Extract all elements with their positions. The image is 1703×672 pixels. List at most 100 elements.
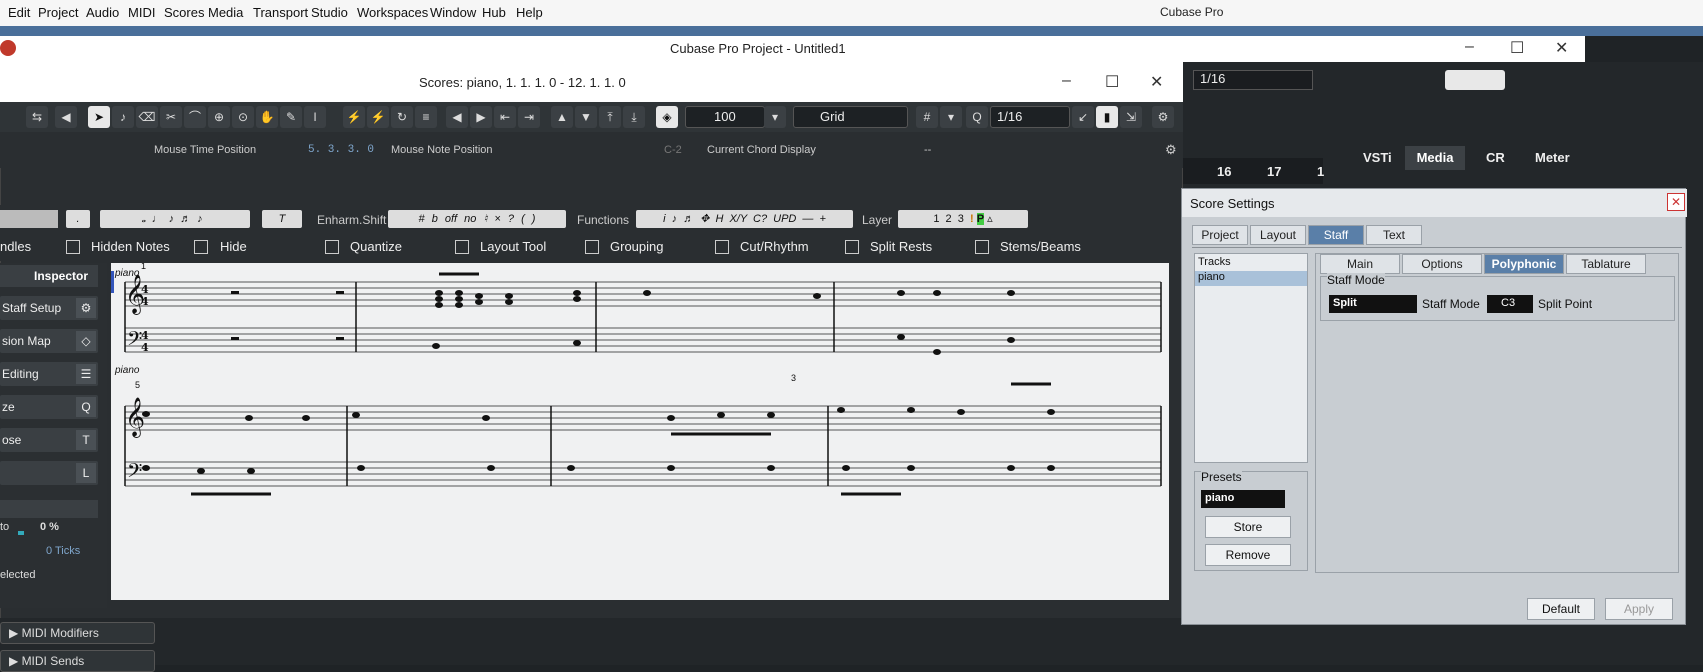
grouping-checkbox[interactable]: [585, 240, 599, 254]
subtab-tablature[interactable]: Tablature: [1566, 254, 1646, 274]
next-icon[interactable]: ▶: [470, 106, 492, 128]
note-tool-icon[interactable]: ♪: [112, 106, 134, 128]
score-minimize-icon[interactable]: –: [1062, 72, 1071, 90]
midi-modifiers-section[interactable]: ▶ MIDI Modifiers: [0, 622, 155, 644]
inspector-tab[interactable]: Inspector: [0, 265, 98, 287]
dot-button[interactable]: .: [66, 210, 90, 228]
bottom-icon[interactable]: ⤓: [623, 106, 645, 128]
right-quantize-field[interactable]: 1/16: [1193, 70, 1313, 90]
subtab-polyphonic[interactable]: Polyphonic: [1484, 254, 1564, 274]
menu-window[interactable]: Window: [430, 5, 476, 20]
maximize-icon[interactable]: ☐: [1510, 38, 1524, 58]
menu-midi[interactable]: MIDI: [128, 5, 155, 20]
subtab-options[interactable]: Options: [1402, 254, 1482, 274]
score-close-icon[interactable]: ✕: [1150, 72, 1163, 92]
velocity-dropdown-icon[interactable]: ▾: [764, 106, 786, 128]
quantize-field[interactable]: 1/16: [990, 106, 1070, 128]
export-icon[interactable]: ⇲: [1120, 106, 1142, 128]
layer-palette[interactable]: 1 2 3 ! P ▵: [898, 210, 1028, 228]
menu-hub[interactable]: Hub: [482, 5, 506, 20]
cut-rhythm-checkbox[interactable]: [715, 240, 729, 254]
dialog-close-icon[interactable]: ✕: [1667, 193, 1685, 211]
layout-left-icon[interactable]: ▮: [1096, 106, 1118, 128]
menu-edit[interactable]: Edit: [8, 5, 30, 20]
tab-media[interactable]: Media: [1405, 146, 1465, 170]
zoom-tool-icon[interactable]: ⊕: [208, 106, 230, 128]
glue-tool-icon[interactable]: ⌒: [184, 106, 206, 128]
staff-setup-button[interactable]: Staff Setup ⚙: [0, 296, 98, 320]
hand-tool-icon[interactable]: ✋: [256, 106, 278, 128]
tab-cr[interactable]: CR: [1486, 150, 1505, 165]
default-button[interactable]: Default: [1527, 598, 1595, 620]
lines-icon[interactable]: ≡: [415, 106, 437, 128]
tab-meter[interactable]: Meter: [1535, 150, 1570, 165]
toolbar-settings-icon[interactable]: ⚙: [1152, 106, 1174, 128]
prev-marker-icon[interactable]: ⇤: [494, 106, 516, 128]
menu-workspaces[interactable]: Workspaces: [357, 5, 428, 20]
minimize-icon[interactable]: –: [1465, 38, 1474, 56]
scissors-tool-icon[interactable]: ✂: [160, 106, 182, 128]
quantize-icon[interactable]: Q: [966, 106, 988, 128]
tab-text[interactable]: Text: [1366, 225, 1422, 245]
tab-vsti[interactable]: VSTi: [1363, 150, 1392, 165]
next-marker-icon[interactable]: ⇥: [518, 106, 540, 128]
quantize-checkbox[interactable]: [325, 240, 339, 254]
note-length-field[interactable]: [0, 210, 58, 228]
t-button[interactable]: T: [262, 210, 302, 228]
hidden-notes-checkbox[interactable]: [66, 240, 80, 254]
menu-media[interactable]: Media: [208, 5, 243, 20]
cycle-icon[interactable]: ↻: [391, 106, 413, 128]
tracks-list[interactable]: Tracks piano: [1194, 253, 1308, 463]
note-values-palette[interactable]: 𝅝♩♪♬♪: [100, 210, 250, 228]
midi-sends-section[interactable]: ▶ MIDI Sends: [0, 650, 155, 672]
preset-select[interactable]: piano: [1201, 490, 1285, 508]
text-cursor-icon[interactable]: I: [304, 106, 326, 128]
score-display[interactable]: 𝄞 𝄢 𝄞 𝄢 44 44 piano piano 1 5 3: [111, 263, 1169, 600]
store-button[interactable]: Store: [1205, 516, 1291, 538]
layout-tool-checkbox[interactable]: [455, 240, 469, 254]
arrow-tool-icon[interactable]: ➤: [88, 106, 110, 128]
auto-value[interactable]: 0 %: [40, 521, 59, 533]
layers-icon[interactable]: ◈: [656, 106, 678, 128]
auto-scroll-icon[interactable]: ⚡: [343, 106, 365, 128]
down-icon[interactable]: ▼: [575, 106, 597, 128]
menu-transport[interactable]: Transport: [253, 5, 308, 20]
velocity-field[interactable]: 100: [685, 106, 765, 128]
menu-project[interactable]: Project: [38, 5, 78, 20]
subtab-main[interactable]: Main: [1320, 254, 1400, 274]
enharm-palette[interactable]: # b off no ♮ × ? ( ): [388, 210, 566, 228]
expression-map-button[interactable]: sion Map ◇: [0, 329, 98, 353]
stems-beams-checkbox[interactable]: [975, 240, 989, 254]
up-icon[interactable]: ▲: [551, 106, 573, 128]
split-point-field[interactable]: C3: [1487, 295, 1533, 313]
ticks-value[interactable]: 0 Ticks: [46, 545, 80, 557]
prev-icon[interactable]: ◀: [446, 106, 468, 128]
hide-checkbox[interactable]: [194, 240, 208, 254]
length-button[interactable]: L: [0, 461, 98, 485]
split-tool-icon[interactable]: ⇆: [26, 106, 48, 128]
pen-tool-icon[interactable]: ✎: [280, 106, 302, 128]
score-scrollbar[interactable]: [107, 600, 1169, 610]
top-icon[interactable]: ⤒: [599, 106, 621, 128]
tab-staff[interactable]: Staff: [1308, 225, 1364, 245]
menu-scores[interactable]: Scores: [164, 5, 204, 20]
track-piano[interactable]: piano: [1195, 271, 1307, 286]
grid-dropdown-icon[interactable]: ▾: [940, 106, 962, 128]
menu-audio[interactable]: Audio: [86, 5, 119, 20]
remove-button[interactable]: Remove: [1205, 544, 1291, 566]
right-toolbar-toggles[interactable]: [1445, 70, 1505, 90]
eraser-tool-icon[interactable]: ⌫: [136, 106, 158, 128]
snap-mode-select[interactable]: Grid: [793, 106, 908, 128]
tab-layout[interactable]: Layout: [1250, 225, 1306, 245]
close-icon[interactable]: ✕: [1555, 38, 1568, 58]
score-maximize-icon[interactable]: ☐: [1105, 72, 1119, 92]
quantize-button[interactable]: ze Q: [0, 395, 98, 419]
apply-button[interactable]: Apply: [1605, 598, 1673, 620]
menu-help[interactable]: Help: [516, 5, 543, 20]
split-rests-checkbox[interactable]: [845, 240, 859, 254]
tab-project[interactable]: Project: [1192, 225, 1248, 245]
editing-button[interactable]: Editing ☰: [0, 362, 98, 386]
grid-icon[interactable]: #: [916, 106, 938, 128]
functions-palette[interactable]: i ♪ ♬ ✥ H X/Y C? UPD — +: [636, 210, 853, 228]
staff-mode-select[interactable]: Split: [1329, 295, 1417, 313]
